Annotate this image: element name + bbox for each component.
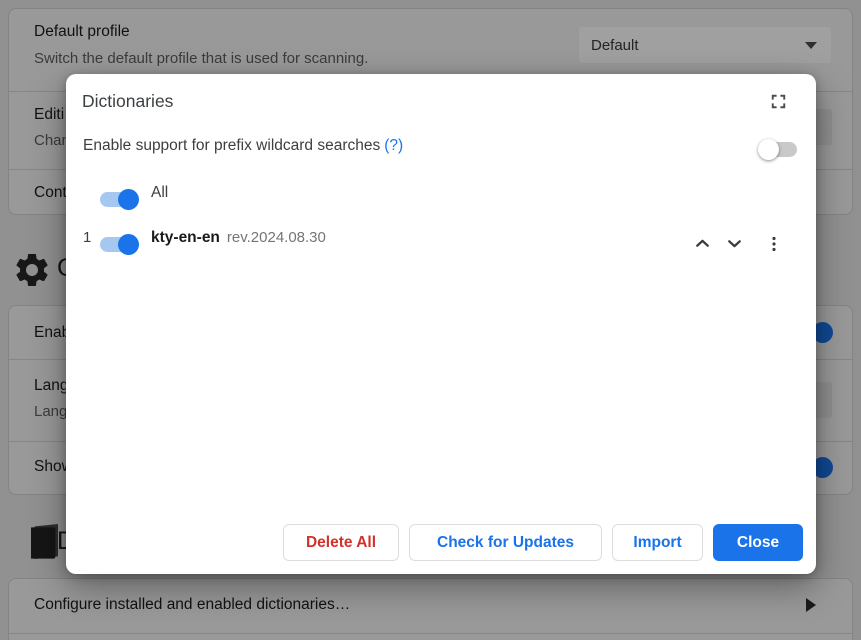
dictionary-row-index: 1 [83,229,91,246]
toggle-knob [118,189,139,210]
fullscreen-icon [767,90,790,116]
toggle-knob [758,139,779,160]
wildcard-search-text: Enable support for prefix wildcard searc… [83,137,380,154]
delete-all-button[interactable]: Delete All [283,524,399,561]
dictionary-toggle[interactable] [100,237,136,252]
dictionary-name: kty-en-en [151,229,220,247]
toggle-knob [118,234,139,255]
chevron-up-icon [692,233,713,257]
dictionary-menu-button[interactable] [761,232,787,258]
move-down-button[interactable] [721,232,747,258]
modal-footer: Delete All Check for Updates Import Clos… [283,524,803,561]
dictionaries-modal: Dictionaries Enable support for prefix w… [66,74,816,574]
import-button[interactable]: Import [612,524,703,561]
all-toggle-label: All [151,184,168,202]
chevron-down-icon [724,233,745,257]
move-up-button[interactable] [689,232,715,258]
modal-title: Dictionaries [82,91,173,112]
check-for-updates-button[interactable]: Check for Updates [409,524,602,561]
kebab-menu-icon [764,234,784,257]
wildcard-search-label: Enable support for prefix wildcard searc… [83,137,403,155]
all-dictionaries-toggle[interactable] [100,192,136,207]
close-button[interactable]: Close [713,524,803,561]
fullscreen-button[interactable] [765,90,791,116]
dictionary-revision: rev.2024.08.30 [227,229,326,246]
dictionary-row: kty-en-en rev.2024.08.30 [151,229,326,247]
wildcard-toggle[interactable] [761,142,797,157]
wildcard-help-link[interactable]: (?) [384,137,403,154]
screen: Default profile Switch the default profi… [0,0,861,640]
